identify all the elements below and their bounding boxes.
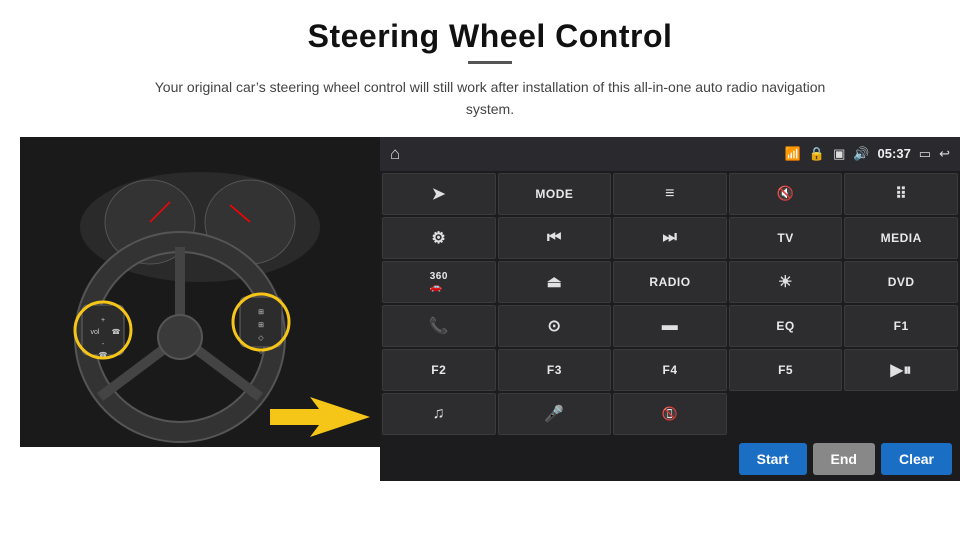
btn-music[interactable]: ♫ [382, 393, 496, 435]
btn-f4[interactable]: F4 [613, 349, 727, 391]
btn-mode[interactable]: MODE [498, 173, 612, 215]
btn-settings[interactable]: ⚙ [382, 217, 496, 259]
btn-media[interactable]: MEDIA [844, 217, 958, 259]
btn-forward[interactable]: ⏭ [613, 217, 727, 259]
back-icon[interactable]: ↩ [939, 146, 950, 162]
radio-buttons-grid: ➤ MODE ≡ 🔇 ⠿ ⚙ ⏮ ⏭ TV MEDIA 360🚗 ⏏ RADIO… [380, 171, 960, 437]
end-button[interactable]: End [813, 443, 875, 475]
clear-button[interactable]: Clear [881, 443, 952, 475]
btn-f5[interactable]: F5 [729, 349, 843, 391]
content-row: + vol - ☎ ☎ ⊞ ⊞ ◇ ◇ [20, 137, 960, 481]
lock-icon: 🔒 [809, 146, 825, 162]
btn-tv[interactable]: TV [729, 217, 843, 259]
wifi-icon: 📶 [785, 146, 801, 162]
home-icon[interactable]: ⌂ [390, 144, 400, 164]
btn-f3[interactable]: F3 [498, 349, 612, 391]
btn-eject[interactable]: ⏏ [498, 261, 612, 303]
page-container: Steering Wheel Control Your original car… [0, 0, 980, 544]
btn-call-end[interactable]: 📵 [613, 393, 727, 435]
bt-icon: 🔊 [853, 146, 869, 162]
sd-icon: ▣ [833, 146, 845, 162]
svg-text:+: + [101, 317, 105, 324]
btn-playpause[interactable]: ▶⏸ [844, 349, 958, 391]
radio-top-bar: ⌂ 📶 🔒 ▣ 🔊 05:37 ▭ ↩ [380, 137, 960, 171]
top-bar-left: ⌂ [390, 144, 400, 164]
svg-text:⊞: ⊞ [258, 309, 264, 316]
steering-bg: + vol - ☎ ☎ ⊞ ⊞ ◇ ◇ [20, 137, 380, 447]
page-subtitle: Your original car’s steering wheel contr… [140, 76, 840, 121]
btn-apps[interactable]: ⠿ [844, 173, 958, 215]
svg-text:⊞: ⊞ [258, 322, 264, 329]
btn-send[interactable]: ➤ [382, 173, 496, 215]
btn-empty-2 [844, 393, 958, 435]
btn-rewind[interactable]: ⏮ [498, 217, 612, 259]
page-title: Steering Wheel Control [308, 18, 673, 55]
svg-text:☎: ☎ [112, 328, 121, 336]
clock: 05:37 [878, 146, 911, 161]
btn-screen[interactable]: ▬ [613, 305, 727, 347]
btn-mute[interactable]: 🔇 [729, 173, 843, 215]
btn-f1[interactable]: F1 [844, 305, 958, 347]
btn-empty-1 [729, 393, 843, 435]
btn-brightness[interactable]: ☀ [729, 261, 843, 303]
btn-nav[interactable]: ⊙ [498, 305, 612, 347]
title-divider [468, 61, 512, 64]
bottom-buttons-row: Start End Clear [380, 437, 960, 481]
svg-text:vol: vol [91, 329, 100, 336]
btn-phone[interactable]: 📞 [382, 305, 496, 347]
radio-panel: ⌂ 📶 🔒 ▣ 🔊 05:37 ▭ ↩ ➤ MODE ≡ 🔇 [380, 137, 960, 481]
svg-text:◇: ◇ [258, 335, 264, 342]
btn-dvd[interactable]: DVD [844, 261, 958, 303]
btn-mic[interactable]: 🎤 [498, 393, 612, 435]
top-bar-right: 📶 🔒 ▣ 🔊 05:37 ▭ ↩ [785, 146, 950, 162]
steering-image: + vol - ☎ ☎ ⊞ ⊞ ◇ ◇ [20, 137, 380, 447]
btn-radio[interactable]: RADIO [613, 261, 727, 303]
screen-icon: ▭ [919, 146, 931, 162]
btn-eq[interactable]: EQ [729, 305, 843, 347]
start-button[interactable]: Start [739, 443, 807, 475]
btn-360[interactable]: 360🚗 [382, 261, 496, 303]
btn-f2[interactable]: F2 [382, 349, 496, 391]
btn-list[interactable]: ≡ [613, 173, 727, 215]
